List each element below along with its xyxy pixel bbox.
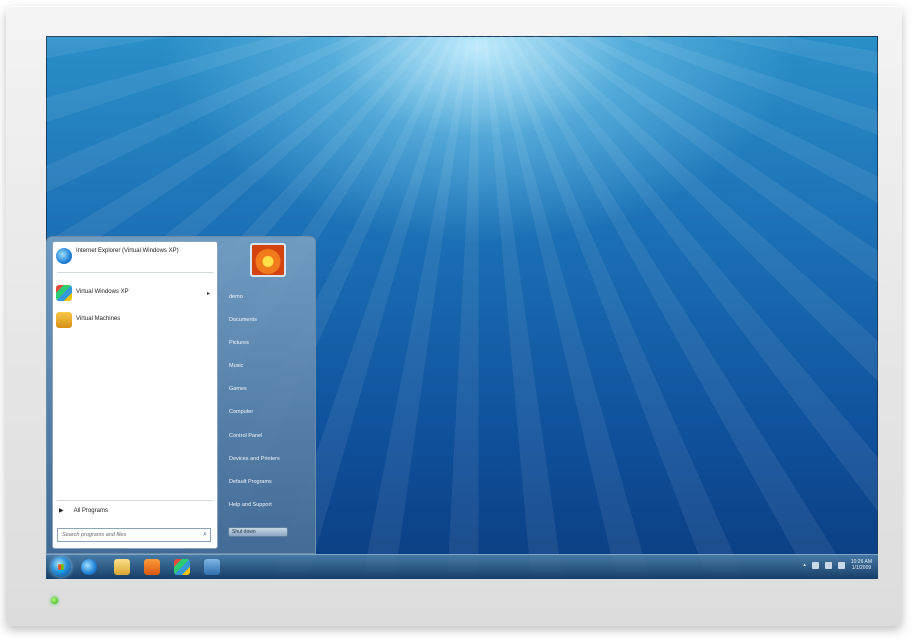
start-button-windows-icon[interactable]: [51, 557, 71, 577]
start-menu-programs-pane: Internet Explorer (Virtual Windows XP) V…: [52, 241, 218, 549]
start-menu: Internet Explorer (Virtual Windows XP) V…: [46, 236, 316, 554]
shutdown-button[interactable]: Shut down: [228, 527, 288, 537]
menu-item-pictures[interactable]: Pictures: [229, 340, 249, 346]
flag-icon[interactable]: [811, 561, 819, 569]
shutdown-label: Shut down: [232, 529, 256, 535]
network-icon[interactable]: [824, 561, 832, 569]
system-tray: ▴ 10:26 AM 1/1/2009: [803, 559, 872, 571]
program-internet-explorer-xp[interactable]: Internet Explorer (Virtual Windows XP): [56, 248, 206, 264]
volume-icon[interactable]: [837, 561, 845, 569]
menu-item-computer[interactable]: Computer: [229, 409, 253, 415]
divider: [57, 272, 213, 273]
menu-item-default-programs[interactable]: Default Programs: [229, 479, 272, 485]
clock-date: 1/1/2009: [851, 565, 872, 571]
virtual-machines-icon: [56, 312, 72, 328]
taskbar-media-player-icon[interactable]: [144, 559, 160, 575]
triangle-right-icon: ▶: [59, 508, 64, 514]
menu-item-control-panel[interactable]: Control Panel: [229, 433, 262, 439]
all-programs-label: All Programs: [73, 507, 108, 514]
program-label: Internet Explorer (Virtual Windows XP): [76, 248, 179, 254]
search-input[interactable]: Search programs and files ⌕: [57, 528, 211, 542]
search-icon[interactable]: ⌕: [203, 531, 207, 539]
search-placeholder: Search programs and files: [62, 532, 127, 538]
menu-item-documents[interactable]: Documents: [229, 317, 257, 323]
submenu-arrow-icon[interactable]: ▸: [207, 290, 210, 297]
menu-item-games[interactable]: Games: [229, 386, 247, 392]
program-virtual-machines[interactable]: Virtual Machines: [56, 312, 120, 328]
user-picture-avatar[interactable]: [250, 243, 286, 277]
taskbar-folder-icon[interactable]: [114, 559, 130, 575]
clock[interactable]: 10:26 AM 1/1/2009: [851, 559, 872, 571]
monitor-frame: Internet Explorer (Virtual Windows XP) V…: [6, 6, 902, 626]
internet-explorer-icon: [56, 248, 72, 264]
menu-item-user-folder[interactable]: demo: [229, 294, 243, 300]
taskbar: ▴ 10:26 AM 1/1/2009: [46, 554, 878, 579]
power-led-icon: [51, 597, 58, 604]
menu-item-music[interactable]: Music: [229, 363, 243, 369]
program-virtual-windows-xp[interactable]: Virtual Windows XP: [56, 285, 129, 301]
divider: [57, 500, 213, 501]
program-label: Virtual Machines: [76, 316, 121, 322]
menu-item-help-and-support[interactable]: Help and Support: [229, 502, 272, 508]
menu-item-devices-and-printers[interactable]: Devices and Printers: [229, 456, 280, 462]
show-hidden-icons-icon[interactable]: ▴: [803, 562, 806, 568]
all-programs-button[interactable]: ▶ All Programs: [59, 507, 108, 515]
taskbar-internet-explorer-icon[interactable]: [81, 559, 97, 575]
virtual-windows-xp-icon: [56, 285, 72, 301]
program-label: Virtual Windows XP: [76, 289, 129, 295]
desktop[interactable]: Internet Explorer (Virtual Windows XP) V…: [46, 36, 878, 579]
taskbar-virtual-windows-xp-icon[interactable]: [174, 559, 190, 575]
taskbar-virtual-machine-icon[interactable]: [204, 559, 220, 575]
start-menu-places-pane: demo Documents Pictures Music Games Comp…: [222, 237, 316, 555]
